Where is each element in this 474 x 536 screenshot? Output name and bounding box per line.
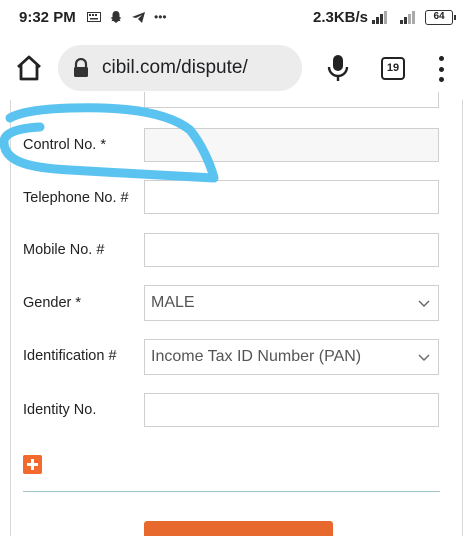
dispute-form-page: Control No. * Telephone No. # Mobile No.… [0,92,474,536]
signal-strength-2-icon [400,11,415,24]
menu-dot [438,77,444,82]
lock-icon [74,58,88,77]
signal-strength-icon [372,11,387,24]
identification-select[interactable]: Income Tax ID Number (PAN) [144,339,439,375]
submit-button[interactable] [144,521,333,536]
status-bar: 9:32 PM ••• 2.3KB/s 64 [0,0,474,36]
mobile-input[interactable] [144,233,439,267]
browser-toolbar: cibil.com/dispute/ 19 [0,36,474,100]
identity-no-label: Identity No. [23,402,97,418]
url-text[interactable]: cibil.com/dispute/ [102,57,248,79]
mobile-label: Mobile No. # [23,242,105,258]
telephone-input[interactable] [144,180,439,214]
add-identification-button[interactable] [23,455,42,474]
battery-icon: 64 [425,10,456,25]
menu-dot [438,66,444,72]
gender-select[interactable]: MALE [144,285,439,321]
identification-label: Identification # [23,348,117,364]
gender-label: Gender * [23,295,82,311]
keyboard-icon [87,12,101,22]
more-notifications-icon: ••• [154,10,167,24]
control-no-label: Control No. * [23,137,107,153]
snapchat-icon [110,11,122,23]
identity-no-input[interactable] [144,393,439,427]
chevron-down-icon [418,300,430,307]
telegram-icon [132,11,145,23]
overflow-menu-icon[interactable] [436,56,446,82]
section-divider [23,491,440,492]
control-no-input[interactable] [144,128,439,162]
network-speed: 2.3KB/s [313,9,369,26]
tab-switcher-button[interactable]: 19 [381,57,405,80]
telephone-label: Telephone No. # [23,190,129,206]
form-border-left [10,100,11,536]
notification-icons: ••• [87,10,167,24]
chevron-down-icon [418,354,430,361]
identification-selected-value: Income Tax ID Number (PAN) [151,348,362,365]
previous-field-edge[interactable] [144,92,439,108]
address-bar[interactable]: cibil.com/dispute/ [58,45,302,91]
gender-selected-value: MALE [151,294,195,311]
home-icon[interactable] [14,53,44,83]
form-border-right [462,100,463,536]
clock: 9:32 PM [19,9,76,26]
menu-dot [438,56,444,61]
microphone-icon[interactable] [326,54,350,82]
